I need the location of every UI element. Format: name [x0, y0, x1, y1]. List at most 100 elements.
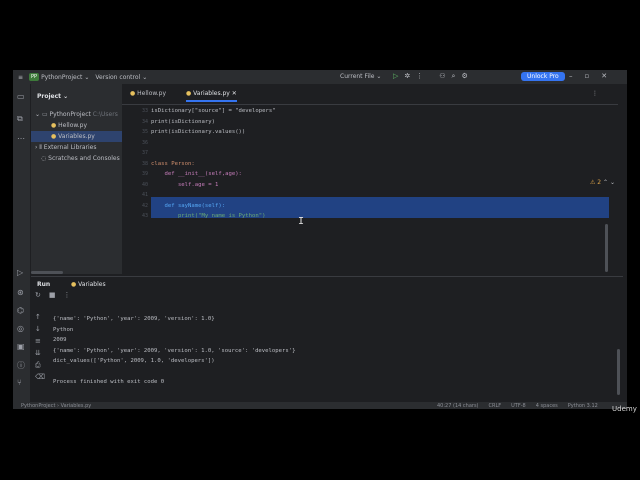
tree-item-label: Scratches and Consoles	[48, 155, 120, 162]
code-area[interactable]: isDictionary["source"] = "developers" pr…	[151, 106, 611, 274]
tree-root-label: PythonProject	[49, 111, 91, 118]
tree-item-external-libraries[interactable]: › ⫴ External Libraries	[31, 142, 122, 153]
python-file-icon: ●	[71, 281, 77, 288]
run-config-selector[interactable]: Current File ⌄	[340, 73, 381, 80]
line-number: 34	[141, 118, 148, 125]
ide-window: ≡ PP PythonProject ⌄ Version control ⌄ C…	[13, 70, 627, 409]
more-icon[interactable]: ⋮	[64, 291, 71, 299]
python-packages-icon[interactable]: ⊛	[17, 288, 24, 297]
close-icon[interactable]: ✕	[232, 90, 237, 97]
status-breadcrumb[interactable]: PythonProject › Variables.py	[21, 403, 91, 409]
chevron-up-icon[interactable]: ⌃	[603, 179, 608, 186]
close-icon[interactable]: ✕	[601, 72, 607, 80]
line-number: 41	[141, 192, 148, 198]
rerun-icon[interactable]: ↻	[35, 291, 41, 299]
project-badge: PP	[29, 73, 40, 81]
run-icon[interactable]: ▷	[393, 72, 398, 81]
run-tool-icon[interactable]: ▷	[17, 268, 23, 277]
file-encoding[interactable]: UTF-8	[511, 403, 526, 409]
more-icon[interactable]: ⋯	[17, 134, 25, 143]
python-interpreter[interactable]: Python 3.12	[568, 403, 598, 409]
print-icon[interactable]: ⎙	[35, 361, 45, 373]
text-cursor-icon: I	[298, 216, 305, 227]
breadcrumb-project: PythonProject	[21, 403, 56, 409]
main-menu-icon[interactable]: ≡	[18, 74, 23, 81]
folder-icon[interactable]: ▭	[17, 92, 25, 101]
run-tab-variables[interactable]: ● Variables	[71, 281, 106, 288]
window-controls: – ▫ ✕	[569, 72, 607, 80]
output-line: dict_values(['Python', 2009, 1.0, 'devel…	[53, 358, 215, 364]
services-icon[interactable]: ◎	[17, 324, 24, 333]
git-icon[interactable]: ⑂	[17, 378, 22, 387]
unlock-pro-button[interactable]: Unlock Pro	[521, 72, 565, 81]
python-file-icon: ●	[186, 90, 192, 97]
status-widgets: 40:27 (14 chars) CRLF UTF-8 4 spaces Pyt…	[437, 403, 598, 409]
chevron-right-icon: ›	[35, 144, 38, 151]
settings-icon[interactable]: ⚙	[461, 72, 467, 81]
structure-icon[interactable]: ⧉	[17, 114, 23, 124]
tree-root-path: C:\Users	[92, 111, 118, 118]
chevron-down-icon: ⌄	[35, 111, 41, 118]
stop-icon[interactable]: ■	[49, 291, 56, 299]
soft-wrap-icon[interactable]: ≡	[35, 337, 45, 349]
problems-icon[interactable]: ⓘ	[17, 360, 25, 371]
line-separator[interactable]: CRLF	[489, 403, 502, 409]
output-line: Python	[53, 326, 74, 333]
maximize-icon[interactable]: ▫	[585, 72, 590, 80]
chevron-down-icon[interactable]: ⌄	[610, 179, 615, 186]
line-number: 36	[141, 139, 148, 146]
trash-icon[interactable]: ⌫	[35, 373, 45, 385]
run-toolbar: ▷ ✲ ⋮ ⚇ ⌕ ⚙	[393, 72, 468, 81]
tree-root[interactable]: ⌄ ▭ PythonProject C:\Users	[31, 109, 122, 120]
code-editor[interactable]: ● Hellow.py ● Variables.py ✕ ⋮ 33 34 35 …	[122, 84, 618, 274]
warning-count: ⚠ 2	[590, 179, 602, 186]
more-icon[interactable]: ⋮	[416, 72, 423, 81]
minimize-icon[interactable]: –	[569, 72, 573, 80]
line-number: 43	[141, 213, 148, 219]
run-config-label: Current File	[340, 73, 375, 80]
indent-setting[interactable]: 4 spaces	[536, 403, 558, 409]
tree-item-label: Hellow.py	[58, 122, 88, 129]
editor-tabs: ● Hellow.py ● Variables.py ✕ ⋮	[122, 84, 618, 105]
debug-icon[interactable]: ✲	[404, 72, 410, 81]
udemy-watermark: Udemy	[612, 405, 637, 413]
caret-position[interactable]: 40:27 (14 chars)	[437, 403, 479, 409]
run-panel-header[interactable]: Run	[37, 281, 50, 288]
tree-item-label: Variables.py	[58, 133, 95, 140]
tab-hellow[interactable]: ● Hellow.py	[130, 90, 166, 97]
project-panel-header[interactable]: Project ⌄	[37, 93, 68, 100]
code-line: class Person:	[151, 160, 195, 167]
tab-variables[interactable]: ● Variables.py ✕	[186, 90, 237, 102]
project-selector[interactable]: PP PythonProject ⌄	[29, 73, 89, 81]
vcs-selector[interactable]: Version control ⌄	[95, 74, 147, 81]
editor-scrollbar[interactable]	[605, 224, 608, 272]
arrow-down-icon[interactable]: ↓	[35, 325, 45, 337]
tree-item-scratches[interactable]: ◌ Scratches and Consoles	[31, 153, 122, 164]
title-bar: ≡ PP PythonProject ⌄ Version control ⌄ C…	[13, 70, 627, 84]
code-line: def sayName(self):	[151, 202, 226, 209]
output-line: {'name': 'Python', 'year': 2009, 'versio…	[53, 347, 296, 354]
run-tab-label: Variables	[78, 281, 106, 288]
scroll-to-end-icon[interactable]: ⇊	[35, 349, 45, 361]
project-panel: Project ⌄ ⌄ ▭ PythonProject C:\Users ● H…	[31, 84, 122, 274]
inspection-widget[interactable]: ⚠ 2 ⌃ ⌄	[590, 179, 615, 186]
terminal-icon[interactable]: ▣	[17, 342, 25, 351]
run-toolbar: ↻ ■ ⋮	[35, 291, 71, 299]
breadcrumb-file: Variables.py	[60, 403, 92, 409]
search-icon[interactable]: ⌕	[452, 72, 456, 81]
arrow-up-icon[interactable]: ↑	[35, 313, 45, 325]
panel-scrollbar[interactable]	[31, 271, 63, 274]
project-name: PythonProject	[41, 73, 83, 81]
tree-item-variables[interactable]: ● Variables.py	[31, 131, 122, 142]
tree-item-label: External Libraries	[43, 144, 97, 151]
line-number: 39	[141, 171, 148, 177]
add-user-icon[interactable]: ⚇	[439, 72, 445, 81]
python-file-icon: ●	[51, 122, 57, 129]
python-console-icon[interactable]: ⌬	[17, 306, 24, 315]
tree-item-hellow[interactable]: ● Hellow.py	[31, 120, 122, 131]
run-scrollbar[interactable]	[617, 349, 620, 395]
more-icon[interactable]: ⋮	[592, 90, 598, 97]
line-number-gutter: 33 34 35 36 37 38 39 40 41 42 43	[122, 106, 148, 274]
folder-icon: ▭	[41, 111, 48, 118]
